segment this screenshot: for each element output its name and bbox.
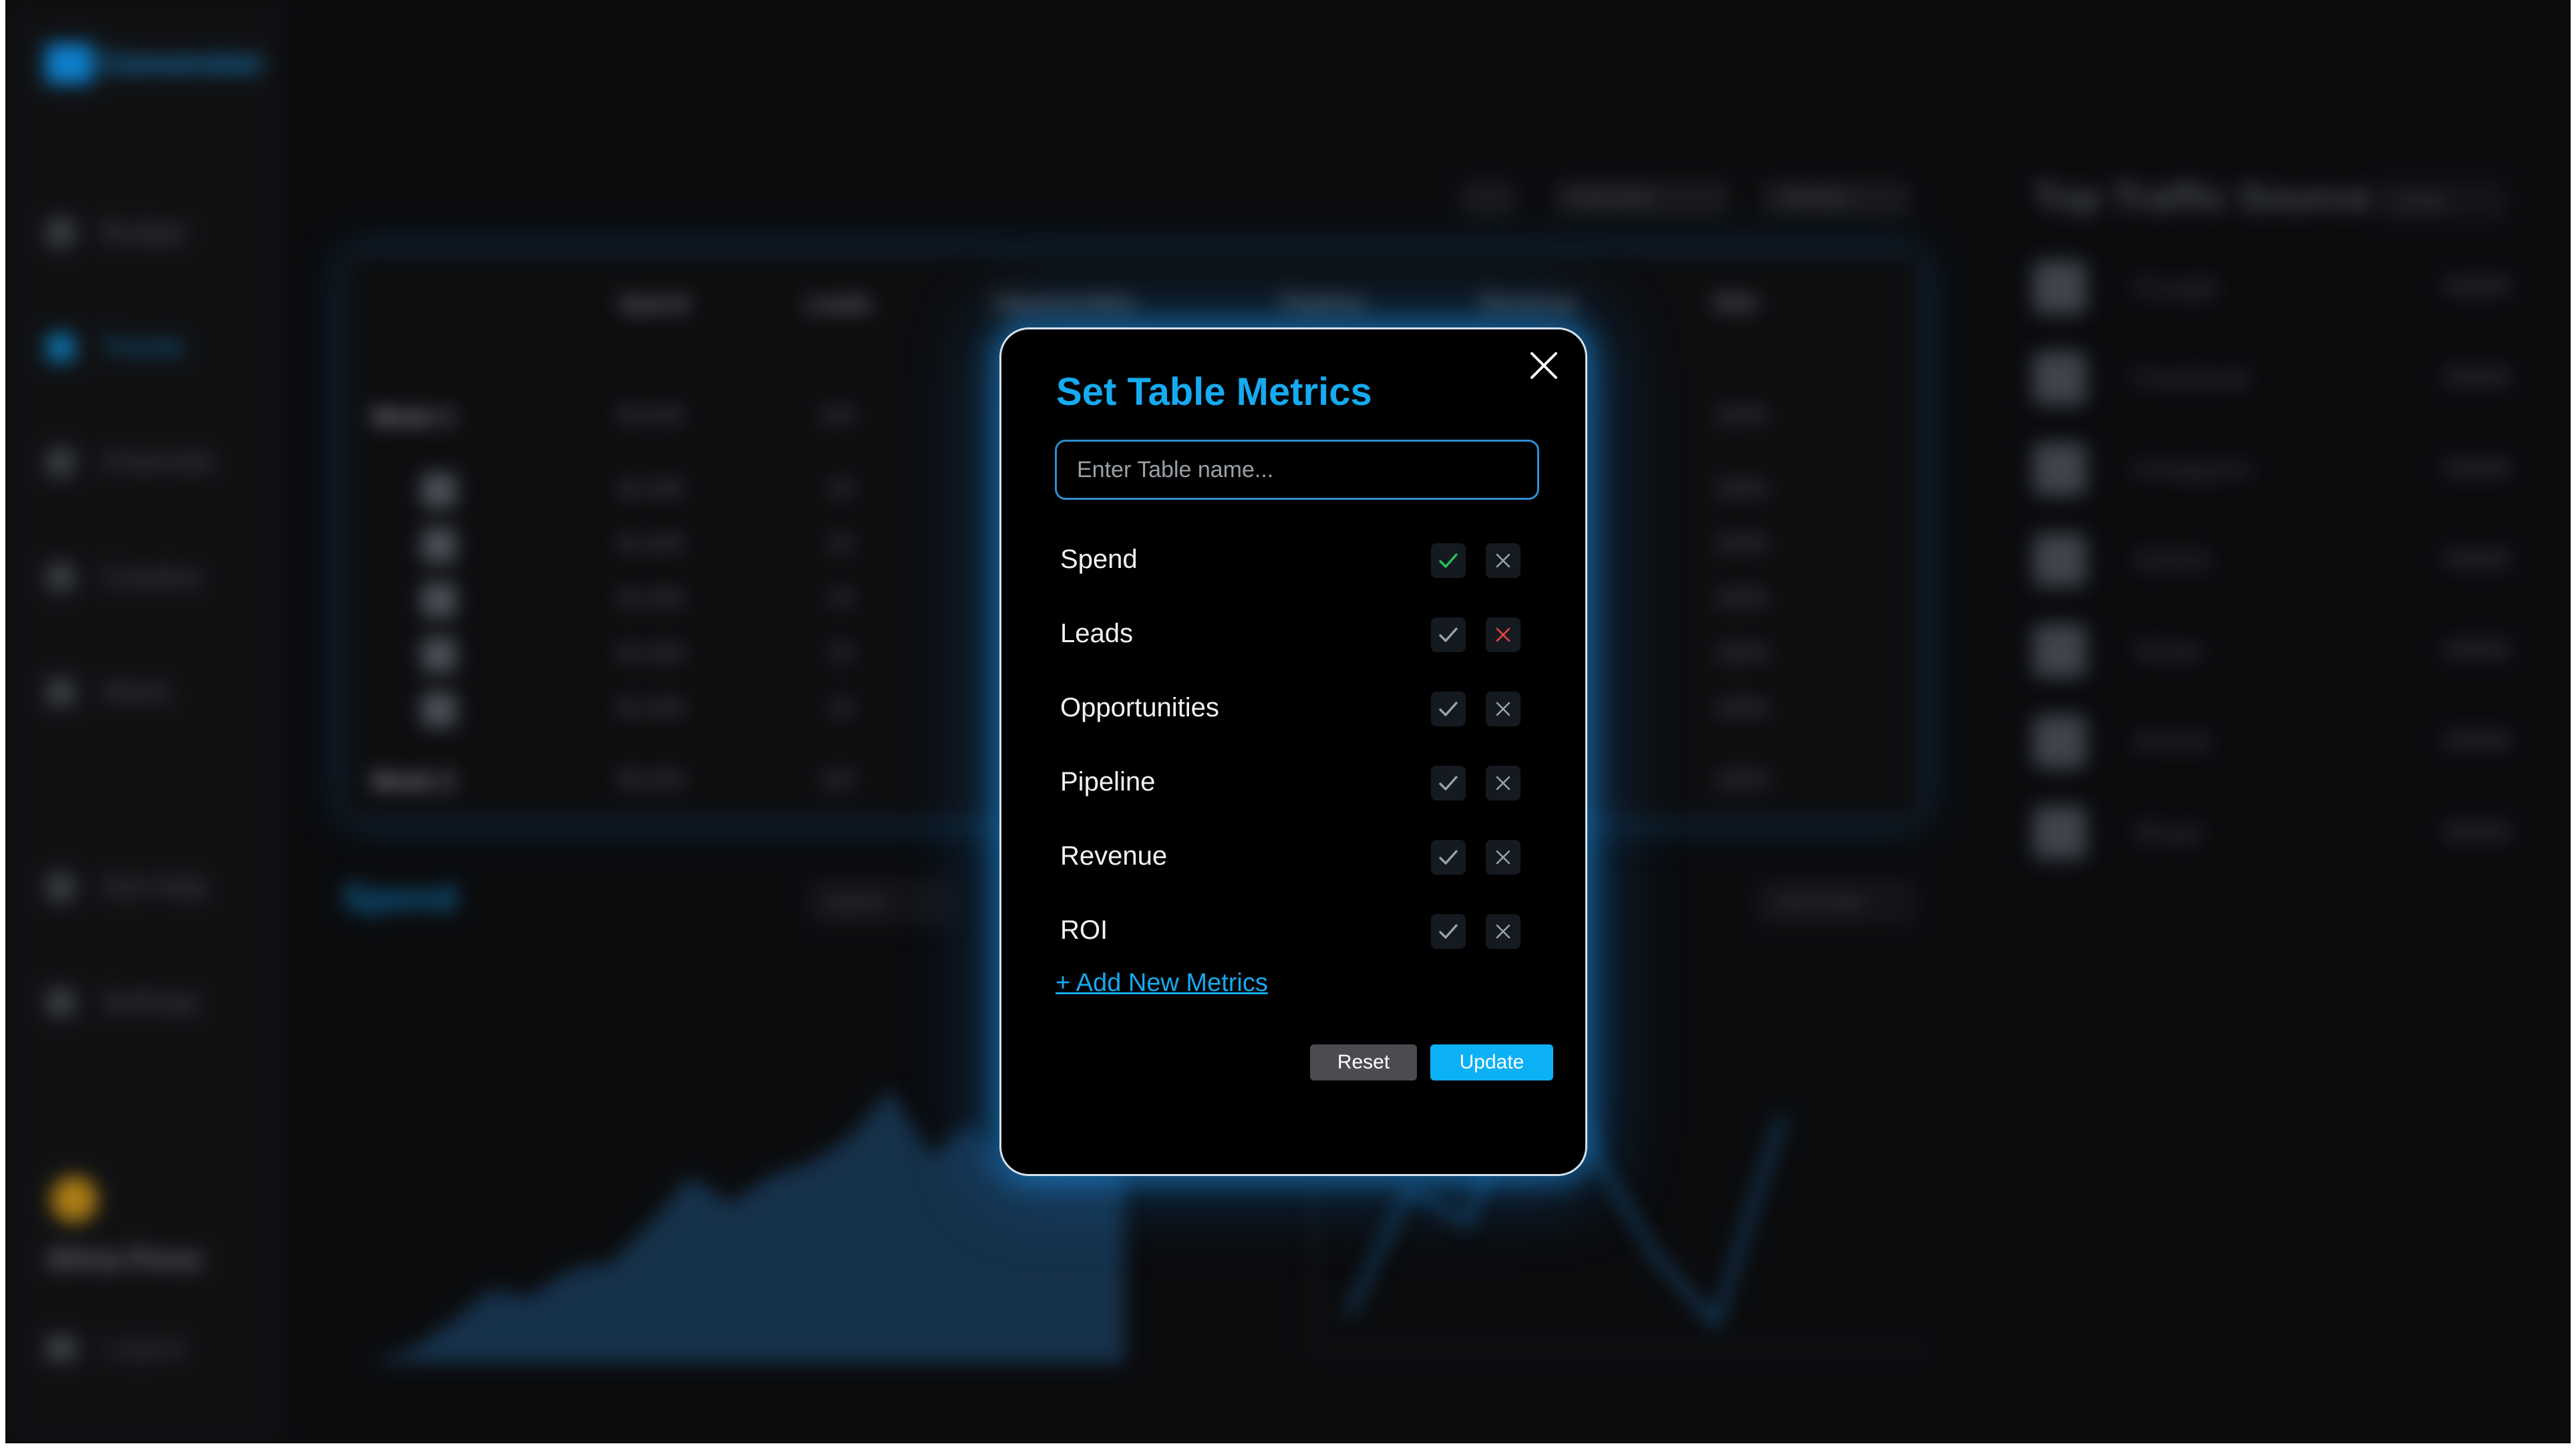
metric-label: Leads bbox=[1060, 619, 1133, 648]
dialog-title: Set Table Metrics bbox=[1056, 370, 1372, 414]
metric-row-roi: ROI bbox=[1060, 909, 1541, 956]
close-icon bbox=[1496, 553, 1510, 568]
close-icon bbox=[1496, 850, 1510, 865]
set-table-metrics-dialog: Set Table Metrics Spend Leads Opportunit… bbox=[999, 327, 1587, 1176]
metric-label: ROI bbox=[1060, 915, 1108, 945]
check-icon bbox=[1439, 924, 1458, 939]
metric-row-pipeline: Pipeline bbox=[1060, 760, 1541, 807]
exclude-toggle[interactable] bbox=[1486, 692, 1520, 726]
include-toggle[interactable] bbox=[1431, 692, 1466, 726]
metric-label: Pipeline bbox=[1060, 767, 1156, 796]
exclude-toggle[interactable] bbox=[1486, 914, 1520, 949]
include-toggle[interactable] bbox=[1431, 914, 1466, 949]
exclude-toggle[interactable] bbox=[1486, 766, 1520, 801]
exclude-toggle[interactable] bbox=[1486, 617, 1520, 652]
check-icon bbox=[1439, 850, 1458, 865]
table-name-input[interactable] bbox=[1055, 440, 1539, 500]
metric-label: Revenue bbox=[1060, 841, 1168, 871]
modal-overlay: Set Table Metrics Spend Leads Opportunit… bbox=[5, 0, 2571, 1443]
close-icon bbox=[1496, 627, 1510, 642]
metric-row-leads: Leads bbox=[1060, 612, 1541, 659]
close-icon bbox=[1496, 776, 1510, 790]
metric-row-revenue: Revenue bbox=[1060, 835, 1541, 881]
check-icon bbox=[1439, 553, 1458, 568]
metric-row-spend: Spend bbox=[1060, 538, 1541, 585]
close-button[interactable] bbox=[1525, 347, 1563, 384]
include-toggle[interactable] bbox=[1431, 543, 1466, 578]
include-toggle[interactable] bbox=[1431, 766, 1466, 801]
metric-row-opportunities: Opportunities bbox=[1060, 686, 1541, 733]
reset-button[interactable]: Reset bbox=[1310, 1044, 1417, 1080]
check-icon bbox=[1439, 776, 1458, 790]
close-icon bbox=[1531, 352, 1557, 379]
app-window: Conversion Budget Trends Channels Creati… bbox=[5, 0, 2571, 1443]
check-icon bbox=[1439, 702, 1458, 716]
close-icon bbox=[1496, 702, 1510, 716]
exclude-toggle[interactable] bbox=[1486, 543, 1520, 578]
update-button[interactable]: Update bbox=[1430, 1044, 1553, 1080]
metric-label: Opportunities bbox=[1060, 693, 1219, 722]
include-toggle[interactable] bbox=[1431, 840, 1466, 875]
include-toggle[interactable] bbox=[1431, 617, 1466, 652]
close-icon bbox=[1496, 924, 1510, 939]
exclude-toggle[interactable] bbox=[1486, 840, 1520, 875]
metric-label: Spend bbox=[1060, 545, 1138, 574]
check-icon bbox=[1439, 627, 1458, 642]
add-new-metrics-link[interactable]: + Add New Metrics bbox=[1056, 969, 1268, 998]
